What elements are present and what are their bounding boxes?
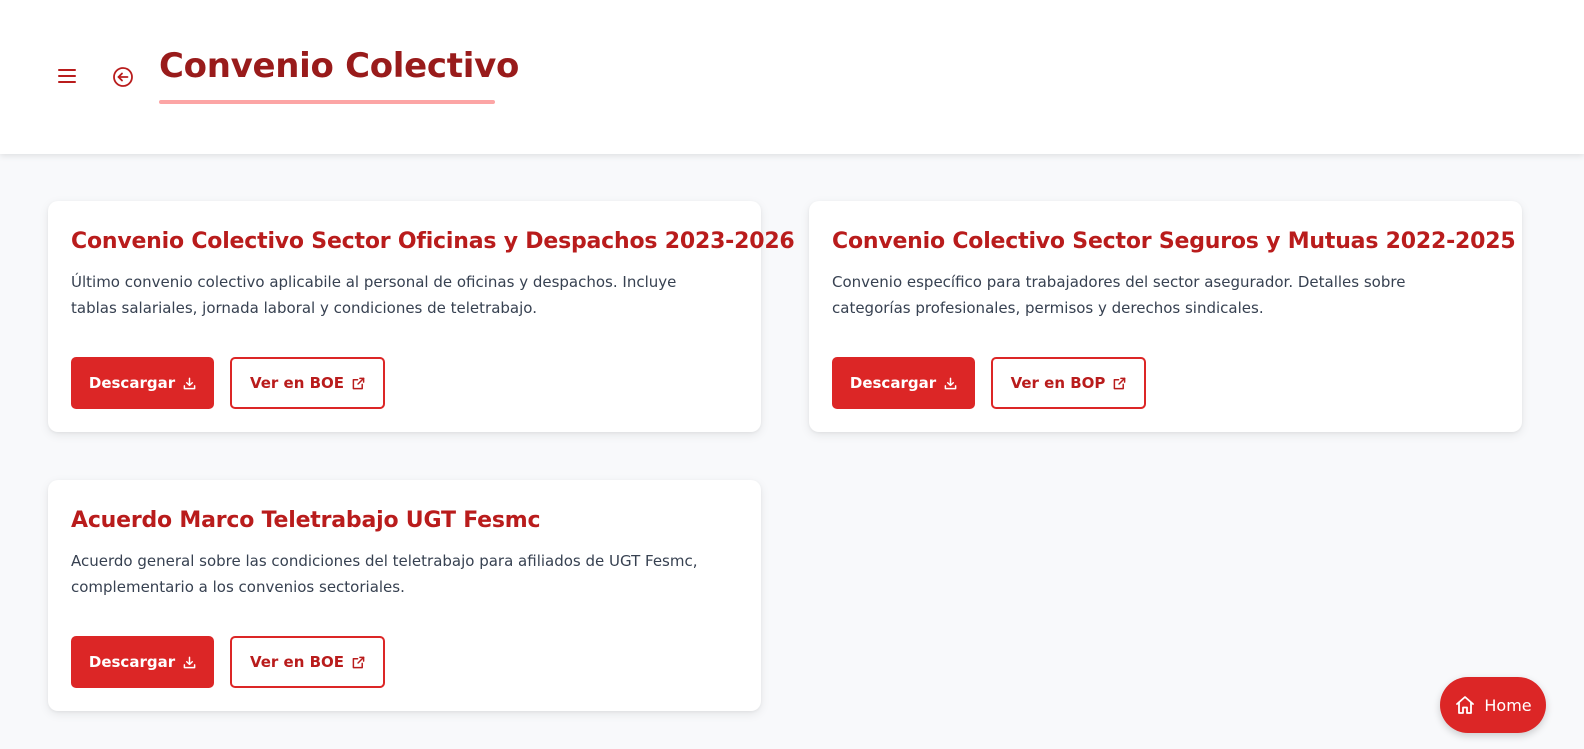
agreement-card: Convenio Colectivo Sector Seguros y Mutu… <box>809 201 1522 432</box>
download-button-label: Descargar <box>88 653 176 671</box>
hamburger-menu-icon <box>58 69 76 83</box>
download-icon <box>944 377 957 389</box>
circle-arrow-left-icon <box>113 67 133 87</box>
agreement-card: Acuerdo Marco Teletrabajo UGT Fesmc Acue… <box>48 480 761 711</box>
menu-button[interactable] <box>56 66 78 86</box>
page-header: Convenio Colectivo <box>0 0 1584 154</box>
card-description: Convenio específico para trabajadores de… <box>832 273 1406 317</box>
page-title: Convenio Colectivo <box>159 46 520 86</box>
view-link-label: Ver en BOE <box>249 374 345 392</box>
download-button[interactable]: Descargar <box>71 357 214 409</box>
external-link-icon <box>352 656 365 668</box>
download-button[interactable]: Descargar <box>832 357 975 409</box>
external-link-icon <box>352 377 365 389</box>
home-button-label: Home <box>1484 695 1532 715</box>
card-description: Acuerdo general sobre las condiciones de… <box>71 552 698 596</box>
title-underline <box>159 100 495 104</box>
home-icon <box>1456 696 1475 714</box>
card-title: Convenio Colectivo Sector Oficinas y Des… <box>71 229 795 254</box>
download-button-label: Descargar <box>849 374 937 392</box>
card-title: Convenio Colectivo Sector Seguros y Mutu… <box>832 229 1516 254</box>
view-in-bop-button[interactable]: Ver en BOP <box>991 357 1146 409</box>
download-icon <box>183 377 196 389</box>
download-button-label: Descargar <box>88 374 176 392</box>
view-in-boe-button[interactable]: Ver en BOE <box>230 357 385 409</box>
view-link-label: Ver en BOP <box>1010 374 1106 392</box>
back-button[interactable] <box>112 66 134 88</box>
card-description: Último convenio colectivo aplicabile al … <box>71 273 677 317</box>
view-in-boe-button[interactable]: Ver en BOE <box>230 636 385 688</box>
card-title: Acuerdo Marco Teletrabajo UGT Fesmc <box>71 508 541 533</box>
home-button[interactable]: Home <box>1440 677 1546 733</box>
external-link-icon <box>1114 377 1126 389</box>
download-icon <box>183 656 196 668</box>
download-button[interactable]: Descargar <box>71 636 214 688</box>
view-link-label: Ver en BOE <box>249 653 345 671</box>
agreement-card: Convenio Colectivo Sector Oficinas y Des… <box>48 201 795 432</box>
